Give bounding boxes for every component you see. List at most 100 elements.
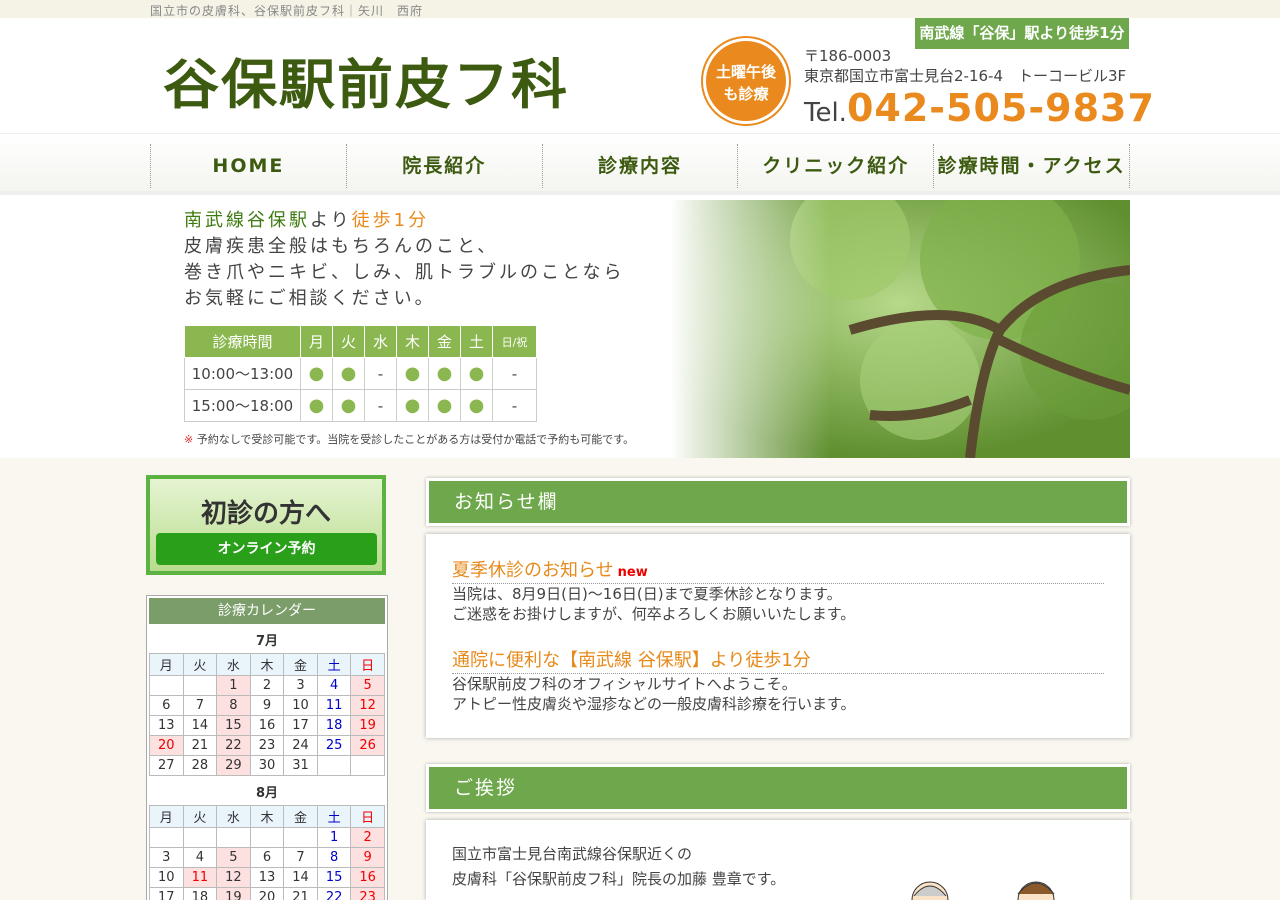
calendar-day: 15 bbox=[216, 715, 251, 736]
hours-header: 水 bbox=[364, 325, 397, 358]
calendar-day bbox=[149, 675, 184, 696]
calendar-day: 11 bbox=[316, 695, 352, 716]
postal-code: 〒186-0003 bbox=[804, 47, 892, 65]
calendar-day: 15 bbox=[316, 867, 352, 888]
nav-clinic[interactable]: クリニック紹介 bbox=[737, 144, 933, 188]
calendar-day: 13 bbox=[149, 715, 184, 736]
calendar-day: 10 bbox=[149, 867, 184, 888]
calendar-day: 8 bbox=[316, 847, 352, 868]
site-logo[interactable]: 谷保駅前皮フ科 bbox=[163, 42, 569, 119]
news-body: アトピー性皮膚炎や湿疹などの一般皮膚科診療を行います。 bbox=[452, 695, 856, 713]
calendar-day bbox=[249, 827, 285, 848]
first-visit-banner[interactable]: 初診の方へ オンライン予約 bbox=[146, 475, 386, 575]
calendar-day: 4 bbox=[316, 675, 352, 696]
new-badge: new bbox=[617, 565, 648, 580]
hours-cell: ● bbox=[428, 357, 461, 390]
calendar-weekday: 月 bbox=[149, 653, 184, 676]
calendar-day bbox=[182, 827, 218, 848]
calendar-month-label: 8月 bbox=[255, 786, 279, 801]
news-body: 当院は、8月9日(日)～16日(日)まで夏季休診となります。 bbox=[452, 585, 842, 603]
calendar-day: 14 bbox=[182, 715, 218, 736]
calendar-day: 11 bbox=[182, 867, 218, 888]
calendar-day: 27 bbox=[149, 755, 184, 776]
news-heading: お知らせ欄 bbox=[426, 478, 1130, 526]
hero-walk: 徒歩1分 bbox=[351, 210, 430, 231]
calendar-weekday: 火 bbox=[182, 653, 218, 676]
calendar-day: 12 bbox=[350, 695, 385, 716]
calendar-day: 6 bbox=[249, 847, 285, 868]
street-address: 東京都国立市富士見台2-16-4 トーコービル3F bbox=[804, 67, 1127, 85]
greeting-line1: 国立市富士見台南武線谷保駅近くの bbox=[452, 845, 693, 863]
calendar-day: 16 bbox=[249, 715, 285, 736]
calendar-day bbox=[216, 827, 251, 848]
news-body: ご迷惑をお掛けしますが、何卒よろしくお願いいたします。 bbox=[452, 605, 856, 623]
calendar-day: 6 bbox=[149, 695, 184, 716]
calendar-day: 22 bbox=[216, 735, 251, 756]
calendar-day: 29 bbox=[216, 755, 251, 776]
hero-station: 南武線谷保駅 bbox=[184, 210, 310, 231]
hours-cell: ● bbox=[332, 357, 365, 390]
calendar-day: 8 bbox=[216, 695, 251, 716]
hours-cell: ● bbox=[428, 389, 461, 422]
hours-table: 診療時間 月 火 水 木 金 土 日/祝 10:00〜13:00 ● ● - ●… bbox=[184, 325, 537, 422]
nav-hours-access[interactable]: 診療時間・アクセス bbox=[933, 144, 1130, 188]
calendar-day: 10 bbox=[283, 695, 318, 716]
calendar-day: 1 bbox=[216, 675, 251, 696]
phone-number[interactable]: Tel.042-505-9837 bbox=[804, 86, 1155, 130]
calendar-day: 3 bbox=[149, 847, 184, 868]
address-block: 〒186-0003 東京都国立市富士見台2-16-4 トーコービル3F bbox=[804, 46, 1126, 86]
site-header: 谷保駅前皮フ科 南武線「谷保」駅より徒歩1分 土曜午後 も診療 〒186-000… bbox=[0, 18, 1280, 133]
hours-time: 10:00〜13:00 bbox=[184, 357, 301, 390]
calendar-title: 診療カレンダー bbox=[149, 598, 385, 624]
calendar-day bbox=[316, 755, 352, 776]
hero-banner: 南武線谷保駅より徒歩1分 皮膚疾患全般はもちろんのこと、 巻き爪やニキビ、しみ、… bbox=[150, 200, 1130, 458]
calendar-weekday: 木 bbox=[249, 805, 285, 828]
calendar-day bbox=[350, 755, 385, 776]
online-reservation-button[interactable]: オンライン予約 bbox=[156, 533, 377, 565]
calendar-day: 18 bbox=[182, 887, 218, 900]
calendar-day: 5 bbox=[350, 675, 385, 696]
tel-value: 042-505-9837 bbox=[846, 86, 1155, 130]
main-content: お知らせ欄 夏季休診のお知らせ new 当院は、8月9日(日)～16日(日)まで夏… bbox=[426, 478, 1130, 900]
calendar-day: 25 bbox=[316, 735, 352, 756]
calendar-day: 2 bbox=[350, 827, 385, 848]
calendar-day bbox=[149, 827, 184, 848]
calendar-day: 3 bbox=[283, 675, 318, 696]
first-visit-title: 初診の方へ bbox=[200, 499, 331, 529]
calendar-day: 1 bbox=[316, 827, 352, 848]
calendar-day: 7 bbox=[283, 847, 318, 868]
saturday-badge: 土曜午後 も診療 bbox=[703, 38, 789, 124]
calendar-day: 23 bbox=[249, 735, 285, 756]
sidebar: 初診の方へ オンライン予約 診療カレンダー 7月月火水木金土日 1 2 3 4 5 6 7 8 9… bbox=[146, 475, 388, 900]
calendar-weekday: 水 bbox=[216, 805, 251, 828]
hours-header: 月 bbox=[300, 325, 333, 358]
greeting-box: 国立市富士見台南武線谷保駅近くの 皮膚科「谷保駅前皮フ科」院長の加藤 豊章です。 bbox=[426, 820, 1130, 900]
hero-yori: より bbox=[310, 210, 352, 231]
hours-cell: - bbox=[492, 389, 537, 422]
hours-cell: ● bbox=[300, 389, 333, 422]
news-item: 夏季休診のお知らせ new 当院は、8月9日(日)～16日(日)まで夏季休診となり… bbox=[452, 556, 1104, 624]
calendar-day: 5 bbox=[216, 847, 251, 868]
nav-treatment[interactable]: 診療内容 bbox=[541, 144, 738, 188]
sat-badge-line2: も診療 bbox=[723, 85, 769, 103]
calendar-day bbox=[182, 675, 218, 696]
nav-home[interactable]: HOME bbox=[150, 144, 346, 188]
calendar-day: 31 bbox=[283, 755, 318, 776]
nav-director[interactable]: 院長紹介 bbox=[345, 144, 542, 188]
calendar-month-label: 7月 bbox=[255, 634, 279, 649]
calendar-day: 12 bbox=[216, 867, 251, 888]
news-title-text: 夏季休診のお知らせ bbox=[452, 560, 614, 581]
doctors-illustration-icon bbox=[911, 881, 1055, 900]
news-item-title[interactable]: 通院に便利な【南武線 谷保駅】より徒歩1分 bbox=[452, 646, 1104, 674]
hours-header: 火 bbox=[332, 325, 365, 358]
calendar-day: 21 bbox=[283, 887, 318, 900]
hours-time: 15:00〜18:00 bbox=[184, 389, 301, 422]
news-item-title[interactable]: 夏季休診のお知らせ new bbox=[452, 556, 1104, 584]
calendar-day: 24 bbox=[283, 735, 318, 756]
hours-cell: - bbox=[492, 357, 537, 390]
hours-header: 診療時間 bbox=[184, 325, 301, 358]
news-box: 夏季休診のお知らせ new 当院は、8月9日(日)～16日(日)まで夏季休診となり… bbox=[426, 534, 1130, 738]
hours-cell: ● bbox=[460, 357, 493, 390]
calendar-day: 22 bbox=[316, 887, 352, 900]
calendar-day: 18 bbox=[316, 715, 352, 736]
